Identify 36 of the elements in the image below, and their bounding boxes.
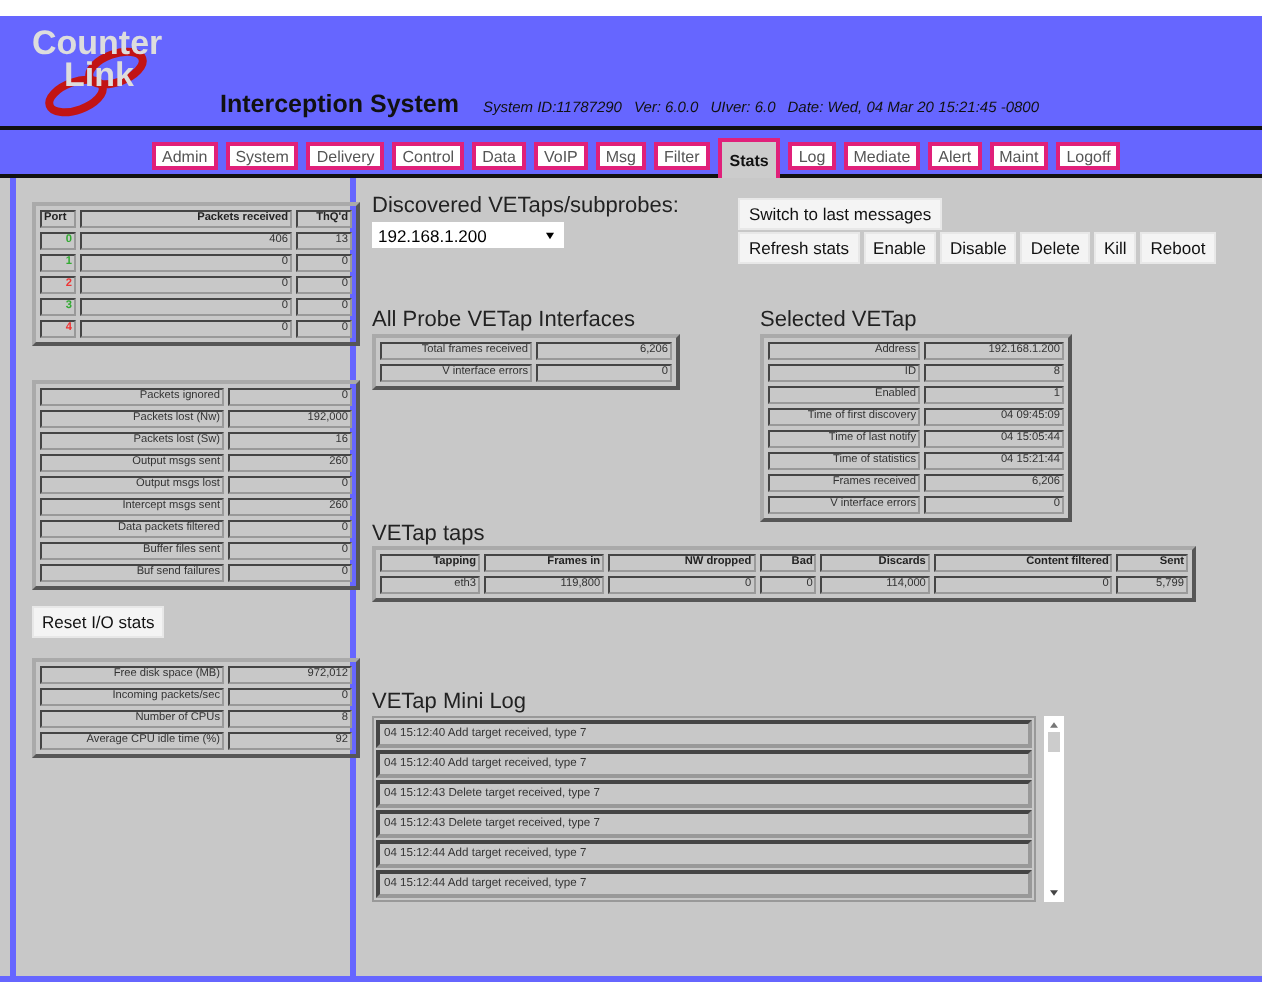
nav-tab[interactable]: Stats [717,138,781,178]
nav-tab[interactable]: Data [472,142,526,170]
nav-tab[interactable]: Delivery [306,142,385,170]
app-title: Interception System [220,90,459,118]
nav-tab[interactable]: Alert [928,142,982,170]
scroll-thumb[interactable] [1048,732,1060,752]
switch-button[interactable]: Switch to last messages [738,198,942,230]
caret-icon [546,231,554,239]
action-button[interactable]: Kill [1093,232,1137,264]
section-title: VETap Mini Log [372,690,529,714]
nav-tab[interactable]: VoIP [533,142,588,170]
nav-tab[interactable]: Logoff [1056,142,1121,170]
action-button[interactable]: Disable [940,232,1017,264]
nav-tab[interactable]: Mediate [843,142,921,170]
section-title: All Probe VETap Interfaces [372,308,637,332]
section-title: VETap taps [372,522,487,546]
nav-tab[interactable]: System [225,142,299,170]
reset-button[interactable]: Reset I/O stats [32,606,165,638]
scroll-down-icon[interactable] [1050,890,1058,896]
nav-tab[interactable]: Filter [654,142,710,170]
nav-tab[interactable]: Msg [595,142,646,170]
nav-tab[interactable]: Log [788,142,836,170]
action-button[interactable]: Delete [1020,232,1090,264]
nav-tab[interactable]: Admin [152,142,218,170]
section-title: Selected VETap [760,308,919,332]
logo-text: Link [64,56,134,96]
probe-dropdown[interactable]: 192.168.1.200 [372,222,564,248]
action-button[interactable]: Reboot [1140,232,1216,264]
logo-text: Counter [32,24,163,62]
action-button[interactable]: Enable [863,232,937,264]
nav-tab[interactable]: Maint [989,142,1049,170]
scroll-up-icon[interactable] [1050,722,1058,728]
section-title: Discovered VETaps/subprobes: [372,194,679,218]
action-button[interactable]: Refresh stats [738,232,860,264]
nav-tab[interactable]: Control [392,142,465,170]
scrollbar[interactable] [1044,716,1064,902]
